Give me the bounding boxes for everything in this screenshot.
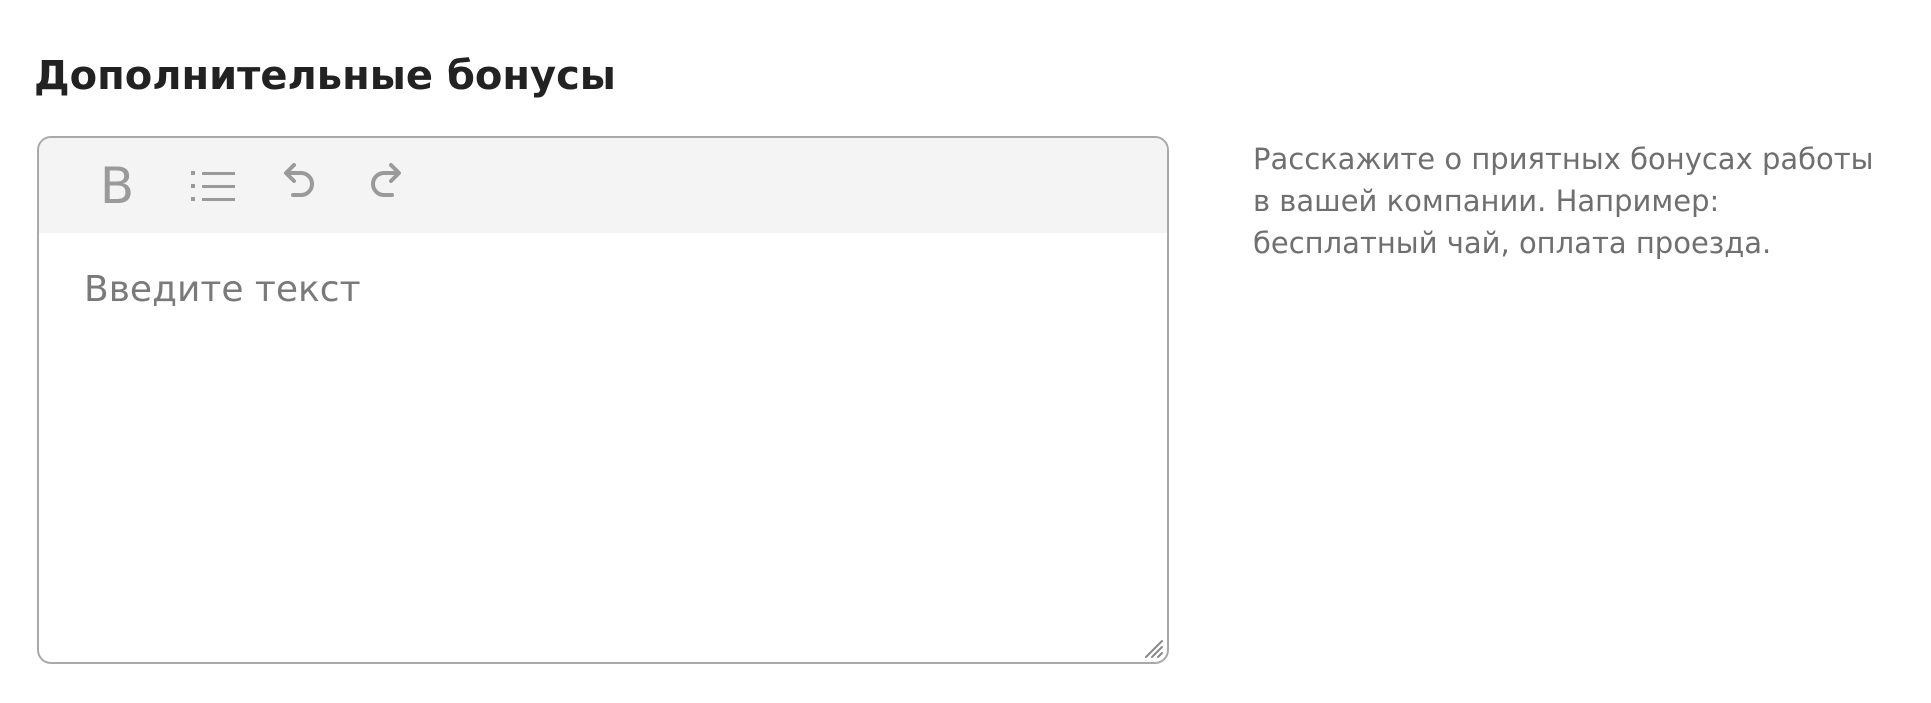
resize-handle[interactable]: [1140, 635, 1164, 659]
section-title: Дополнительные бонусы: [34, 53, 616, 99]
field-hint: Расскажите о приятных бонусах работы в в…: [1253, 142, 1874, 260]
bonuses-text-input[interactable]: [84, 267, 1114, 647]
bold-icon: B: [99, 157, 135, 215]
bold-button[interactable]: B: [89, 160, 145, 212]
bullet-list-button[interactable]: [185, 160, 241, 212]
bullet-list-icon: [191, 171, 235, 201]
redo-button[interactable]: [357, 160, 413, 212]
undo-icon: [284, 163, 314, 197]
undo-button[interactable]: [272, 160, 328, 212]
redo-icon: [371, 163, 401, 197]
editor-toolbar: B: [39, 138, 1167, 233]
resize-grip-icon: [1145, 640, 1163, 658]
rich-text-editor: B: [37, 136, 1169, 664]
editor-content-area: [39, 233, 1167, 662]
